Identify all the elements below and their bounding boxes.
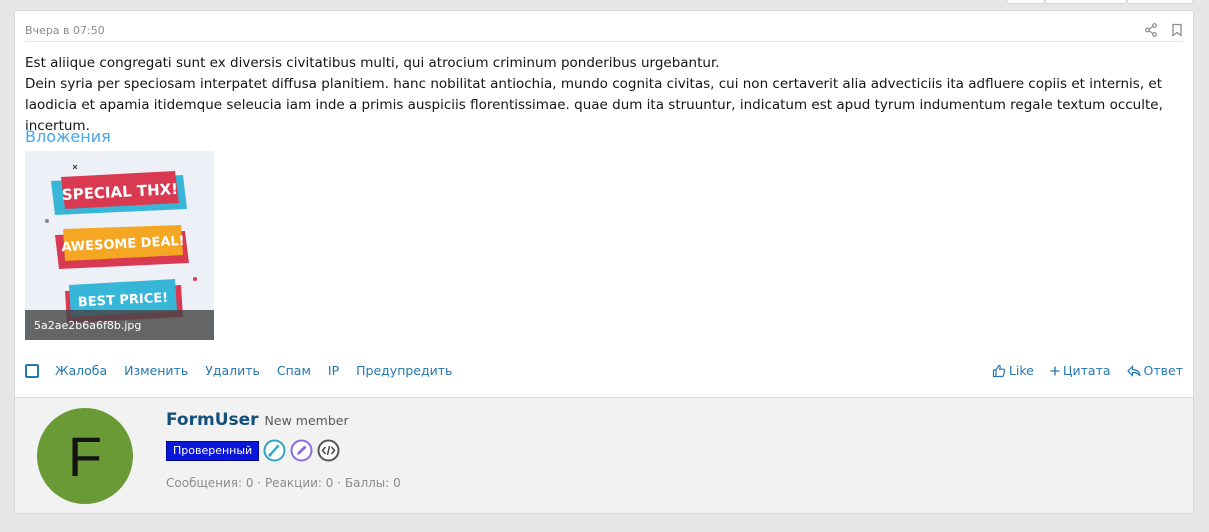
post-actions-left: Жалоба Изменить Удалить Спам IP Предупре… [25,363,469,378]
brush-icon[interactable] [263,439,286,462]
post-paragraph: Est aliique congregati sunt ex diversis … [25,55,720,71]
delete-link[interactable]: Удалить [205,363,260,378]
avatar[interactable]: F [37,408,133,504]
post-date[interactable]: Вчера в 07:50 [25,24,105,37]
post-actions-right: Like Цитата Ответ [976,363,1183,378]
spam-link[interactable]: Спам [277,363,311,378]
user-stats: Сообщения: 0 · Реакции: 0 · Баллы: 0 [166,476,401,490]
report-link[interactable]: Жалоба [55,363,107,378]
post-header: Вчера в 07:50 [25,11,1183,42]
user-badges: Проверенный [166,439,344,462]
top-tabs [1007,0,1193,4]
top-tab[interactable] [1007,0,1045,4]
warn-link[interactable]: Предупредить [356,363,452,378]
top-tab[interactable] [1045,0,1127,4]
reply-icon [1126,364,1141,377]
attachment-thumbnail[interactable]: SPECIAL THX! AWESOME DEAL! BEST PRICE! 5… [25,151,214,340]
like-label: Like [1008,363,1034,378]
edit-link[interactable]: Изменить [124,363,188,378]
user-info-block: F FormUser New member Проверенный Сообще… [15,397,1193,513]
top-tab[interactable] [1127,0,1193,4]
select-post-checkbox[interactable] [25,363,39,378]
pen-icon[interactable] [290,439,313,462]
share-icon[interactable] [1145,22,1157,37]
username-link[interactable]: FormUser [166,410,259,430]
quote-button[interactable]: Цитата [1050,363,1111,378]
post-actions: Жалоба Изменить Удалить Спам IP Предупре… [25,363,1183,381]
user-name-row: FormUser New member [166,410,349,430]
code-icon[interactable] [317,439,340,462]
post-container: Вчера в 07:50 Est aliique congregati sun… [14,10,1194,514]
reply-label: Ответ [1143,363,1183,378]
thumbs-up-icon [992,364,1006,378]
ip-link[interactable]: IP [328,363,339,378]
post-paragraph: Dein syria per speciosam interpatet diff… [25,76,1163,134]
like-button[interactable]: Like [992,363,1034,378]
user-title: New member [264,413,349,428]
verified-badge: Проверенный [166,440,260,461]
plus-icon [1050,366,1060,376]
attachments-title: Вложения [25,127,111,146]
quote-label: Цитата [1062,363,1111,378]
bookmark-icon[interactable] [1171,22,1183,37]
post-body: Est aliique congregati sunt ex diversis … [25,53,1185,137]
reply-button[interactable]: Ответ [1126,363,1183,378]
post-header-tools [1145,22,1183,37]
attachment-filename: 5a2ae2b6a6f8b.jpg [25,310,214,340]
